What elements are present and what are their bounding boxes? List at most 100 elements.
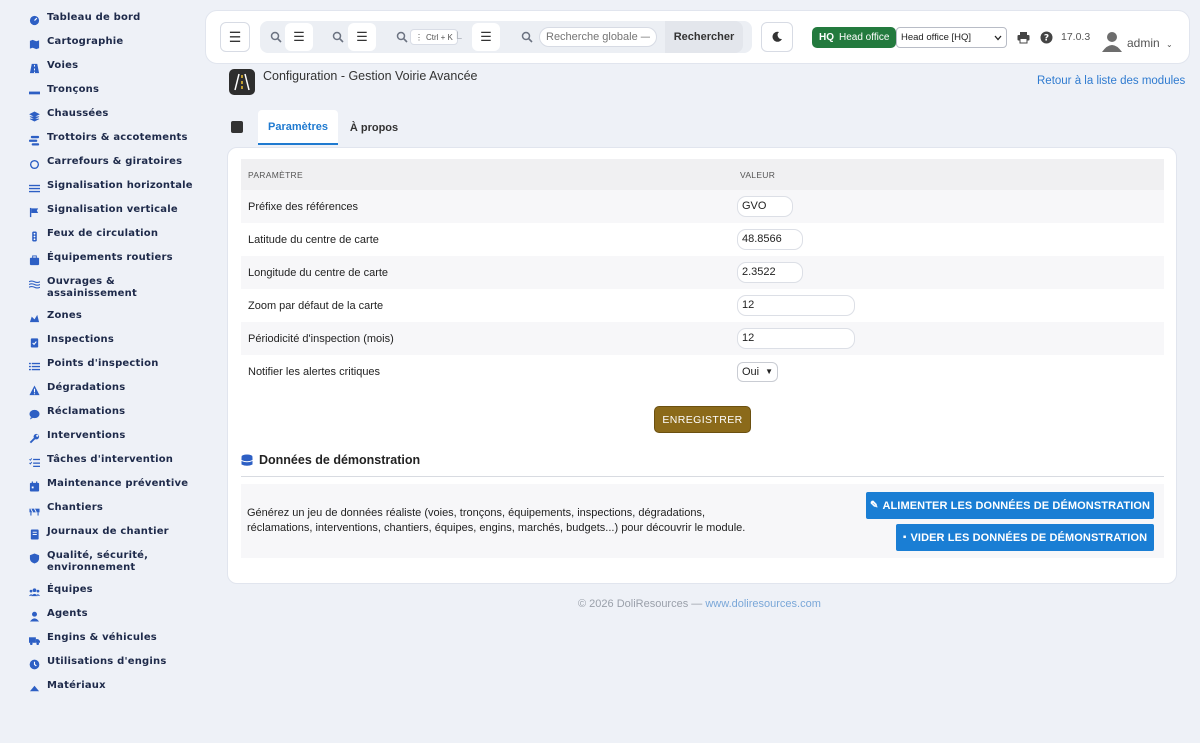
dashboard-icon <box>28 14 40 26</box>
sidebar-item-materiaux[interactable]: Matériaux <box>0 680 205 694</box>
entity-select[interactable]: Head office [HQ] <box>896 27 1007 48</box>
hamburger-icon: ☰ <box>228 28 242 45</box>
menu-toggle-button[interactable]: ☰ <box>220 22 250 52</box>
sidebar-item-label: Voies <box>47 60 79 71</box>
sidebar-item-maintenance[interactable]: Maintenance préventive <box>0 478 205 492</box>
search-button[interactable]: Rechercher <box>665 21 743 53</box>
table-header-row: PARAMÈTRE VALEUR <box>241 159 1164 190</box>
prefix-input[interactable]: GVO <box>737 196 793 217</box>
param-value-cell: Oui ▼ <box>733 355 1164 388</box>
chat-icon <box>28 408 40 420</box>
stack-menu-button-2[interactable]: ☰ <box>348 23 376 51</box>
top-bar: ☰ he ☰ he ☰ ⋮ Ctrl + K L ☰ Rechercher HQ <box>205 10 1190 64</box>
sidebar-item-degradations[interactable]: Dégradations <box>0 382 205 396</box>
layers-icon <box>28 110 40 122</box>
sidebar-item-label: Équipements routiers <box>47 252 173 263</box>
sidebar-item-cartographie[interactable]: Cartographie <box>0 36 205 50</box>
road-icon <box>234 73 250 91</box>
longitude-input[interactable]: 2.3522 <box>737 262 803 283</box>
keyboard-shortcut-badge: ⋮ Ctrl + K <box>410 29 458 45</box>
sidebar-item-inspections[interactable]: Inspections <box>0 334 205 348</box>
sidebar-item-label: Trottoirs & accotements <box>47 132 188 143</box>
map-icon <box>28 38 40 50</box>
entity-badge[interactable]: HQ Head office <box>812 27 897 48</box>
equipment-icon <box>28 254 40 266</box>
hamburger-icon: ☰ <box>480 29 492 44</box>
sidebar-item-trottoirs[interactable]: Trottoirs & accotements <box>0 132 205 146</box>
chevron-down-icon: ▼ <box>765 367 774 376</box>
sidebar-item-troncons[interactable]: Tronçons <box>0 84 205 98</box>
sidebar-item-zones[interactable]: Zones <box>0 310 205 324</box>
sidebar-item-carrefours[interactable]: Carrefours & giratoires <box>0 156 205 170</box>
magic-wand-icon: ✎ <box>869 500 879 511</box>
stack-menu-button-3[interactable]: ☰ <box>472 23 500 51</box>
footer: © 2026 DoliResources — www.doliresources… <box>578 598 821 610</box>
sidebar-item-utilisations[interactable]: Utilisations d'engins <box>0 656 205 670</box>
populate-demo-button[interactable]: ✎ ALIMENTER LES DONNÉES DE DÉMONSTRATION <box>866 492 1154 519</box>
save-button[interactable]: ENREGISTRER <box>654 406 751 433</box>
entity-select-value: Head office [HQ] <box>901 32 972 43</box>
sidebar-item-label: Tableau de bord <box>47 12 141 23</box>
demo-description: Générez un jeu de données réaliste (voie… <box>247 507 746 534</box>
sidebar-item-label: Tâches d'intervention <box>47 454 174 465</box>
inspection-period-input[interactable]: 12 <box>737 328 855 349</box>
sidebar-item-signalisation-verticale[interactable]: Signalisation verticale <box>0 204 205 218</box>
latitude-input[interactable]: 48.8566 <box>737 229 803 250</box>
zoom-input[interactable]: 12 <box>737 295 855 316</box>
search-field-3[interactable] <box>396 21 408 53</box>
user-menu[interactable]: admin ⌄ <box>1127 36 1173 50</box>
hamburger-icon: ☰ <box>293 29 305 44</box>
help-icon[interactable]: ? <box>1040 31 1053 44</box>
back-to-modules-link[interactable]: Retour à la liste des modules <box>1037 75 1185 87</box>
entity-code: HQ <box>819 32 834 43</box>
clock-icon <box>28 658 40 670</box>
tab-a-propos[interactable]: À propos <box>344 110 404 145</box>
print-icon[interactable] <box>1017 31 1030 44</box>
demo-panel: Générez un jeu de données réaliste (voie… <box>241 484 1164 558</box>
search-field-3-text: L <box>456 30 463 42</box>
sidebar-item-taches[interactable]: Tâches d'intervention <box>0 454 205 468</box>
materials-icon <box>28 682 40 694</box>
sidebar-item-points-inspection[interactable]: Points d'inspection <box>0 358 205 372</box>
sidebar-item-chaussees[interactable]: Chaussées <box>0 108 205 122</box>
sidebar-item-agents[interactable]: Agents <box>0 608 205 622</box>
clear-demo-button[interactable]: ▪ VIDER LES DONNÉES DE DÉMONSTRATION <box>896 524 1154 551</box>
road-icon <box>28 62 40 74</box>
demo-title-text: Données de démonstration <box>259 453 421 467</box>
calendar-icon <box>28 480 40 492</box>
sidebar-item-journaux[interactable]: Journaux de chantier <box>0 526 205 540</box>
avatar[interactable] <box>1102 30 1122 52</box>
roundabout-icon <box>28 158 40 170</box>
footer-link[interactable]: www.doliresources.com <box>705 598 821 610</box>
sidebar-item-interventions[interactable]: Interventions <box>0 430 205 444</box>
sidebar-item-feux[interactable]: Feux de circulation <box>0 228 205 242</box>
sidebar-item-engins[interactable]: Engins & véhicules <box>0 632 205 646</box>
sidebar-item-label: Équipes <box>47 584 93 595</box>
sidebar-item-label: Ouvrages & assainissement <box>47 276 137 299</box>
search-icon <box>396 31 408 43</box>
table-row: Latitude du centre de carte 48.8566 <box>241 223 1164 256</box>
sidebar-item-ouvrages[interactable]: Ouvrages & assainissement <box>0 276 205 300</box>
sidebar-item-signalisation-horizontale[interactable]: Signalisation horizontale <box>0 180 205 194</box>
sidebar-item-label: Dégradations <box>47 382 126 393</box>
sidebar-item-chantiers[interactable]: Chantiers <box>0 502 205 516</box>
svg-text:?: ? <box>1044 34 1049 44</box>
dark-mode-toggle[interactable] <box>761 22 793 52</box>
stack-menu-button-1[interactable]: ☰ <box>285 23 313 51</box>
sidebar-item-reclamations[interactable]: Réclamations <box>0 406 205 420</box>
notify-critical-select[interactable]: Oui ▼ <box>737 361 779 382</box>
param-value-cell: 12 <box>733 289 1164 322</box>
sidebar-item-voies[interactable]: Voies <box>0 60 205 74</box>
global-search-input[interactable] <box>539 27 657 47</box>
sidebar-item-tableau-de-bord[interactable]: Tableau de bord <box>0 12 205 26</box>
module-logo <box>229 69 255 95</box>
table-row: Zoom par défaut de la carte 12 <box>241 289 1164 322</box>
sidebar-item-label: Chantiers <box>47 502 103 513</box>
sidebar-item-equipements[interactable]: Équipements routiers <box>0 252 205 266</box>
tab-parametres[interactable]: Paramètres <box>258 110 338 145</box>
sidebar-item-label: Journaux de chantier <box>47 526 169 537</box>
wrench-icon <box>28 432 40 444</box>
sidebar-item-qse[interactable]: Qualité, sécurité, environnement <box>0 550 205 574</box>
sidebar-item-equipes[interactable]: Équipes <box>0 584 205 598</box>
settings-card: PARAMÈTRE VALEUR Préfixe des références … <box>227 147 1177 584</box>
